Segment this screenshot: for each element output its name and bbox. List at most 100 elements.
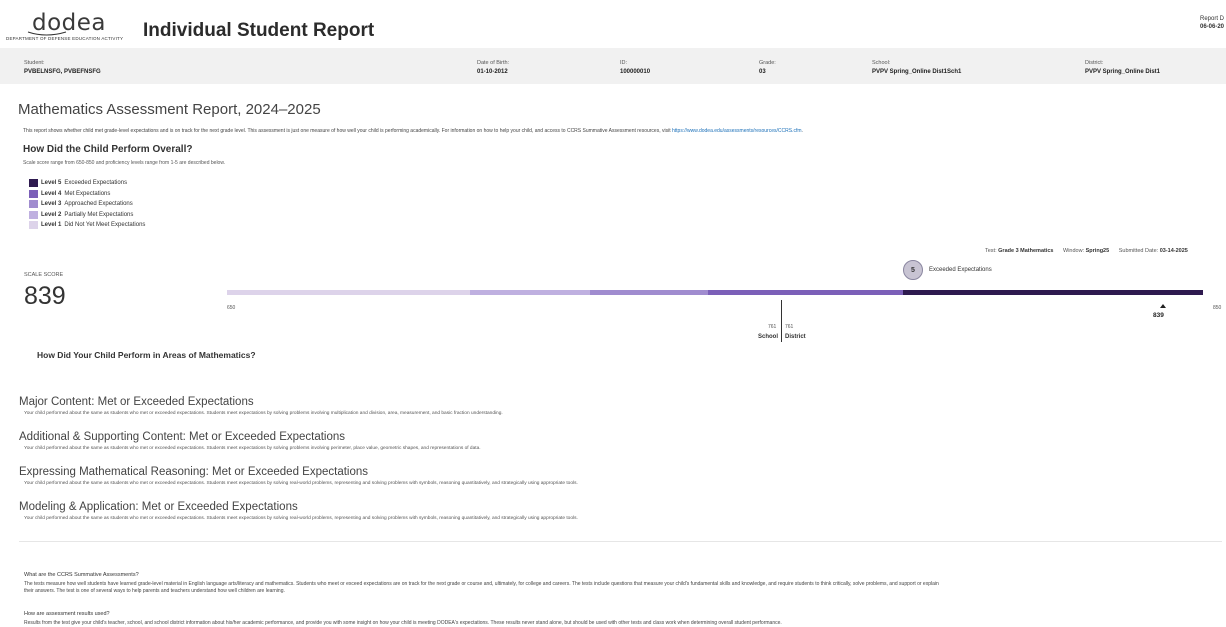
logo-subtitle: DEPARTMENT OF DEFENSE EDUCATION ACTIVITY: [6, 36, 124, 41]
test-label: Test:: [985, 248, 997, 254]
level-4-segment: [708, 290, 903, 295]
test-meta: Test: Grade 3 Mathematics Window: Spring…: [985, 248, 1188, 254]
district: District: PVPV Spring_Online Dist1: [1085, 60, 1160, 75]
assessment-title: Mathematics Assessment Report, 2024–2025: [18, 101, 321, 118]
district-avg-value: 761: [785, 324, 794, 330]
legend-swatch: [29, 200, 38, 209]
level-1-segment: [227, 290, 470, 295]
level-legend: Level 5 Exceeded Expectations Level 4 Met E…: [29, 178, 145, 231]
area-description: Your child performed about the same as s…: [24, 481, 578, 486]
window-label: Window:: [1063, 248, 1085, 254]
legend-level: Level 1: [41, 222, 62, 229]
level-3-segment: [590, 290, 708, 295]
faq-answer-line: their answers. The test is one of severa…: [24, 588, 285, 594]
area-description: Your child performed about the same as s…: [24, 446, 481, 451]
level-2-segment: [470, 290, 590, 295]
comparison-line: [781, 300, 782, 342]
area-title: Modeling & Application: Met or Exceeded …: [19, 501, 298, 513]
area-description: Your child performed about the same as s…: [24, 411, 503, 416]
range-min: 650: [227, 305, 236, 311]
dob-label: Date of Birth:: [477, 60, 510, 66]
legend-swatch: [29, 189, 38, 198]
student-value: PVBELNSFG, PVBEFNSFG: [24, 69, 101, 75]
range-max: 850: [1213, 305, 1222, 311]
window-value: Spring25: [1085, 248, 1110, 254]
faq-ccrs: What are the CCRS Summative Assessments?…: [24, 572, 939, 595]
student-label: Student:: [24, 60, 45, 66]
student-name: Student: PVBELNSFG, PVBEFNSFG: [24, 60, 101, 75]
report-header: dodea DEPARTMENT OF DEFENSE EDUCATION AC…: [0, 0, 1226, 46]
legend-level: Level 2: [41, 211, 62, 218]
school-value: PVPV Spring_Online Dist1Sch1: [872, 69, 962, 75]
grade-value: 03: [759, 69, 766, 75]
areas-heading: How Did Your Child Perform in Areas of M…: [37, 350, 256, 360]
area-additional-content: Additional & Supporting Content: Met or …: [19, 431, 481, 451]
legend-description: Partially Met Expectations: [64, 211, 134, 218]
submitted-value: 03-14-2025: [1159, 248, 1188, 254]
school-label: School:: [872, 60, 891, 66]
district-value: PVPV Spring_Online Dist1: [1085, 69, 1161, 75]
school-avg-value: 761: [768, 324, 777, 330]
id-value: 100000010: [620, 69, 651, 75]
page-title: Individual Student Report: [143, 20, 375, 41]
legend-item: Level 4 Met Expectations: [29, 189, 145, 200]
area-major-content: Major Content: Met or Exceeded Expectati…: [19, 396, 503, 416]
legend-item: Level 3 Approached Expectations: [29, 199, 145, 210]
dodea-logo: dodea DEPARTMENT OF DEFENSE EDUCATION AC…: [6, 8, 132, 44]
area-title: Additional & Supporting Content: Met or …: [19, 431, 346, 443]
intro-text: This report shows whether child met grad…: [23, 128, 803, 134]
grade: Grade: 03: [759, 60, 776, 75]
score-marker-value: 839: [1153, 312, 1164, 319]
faq-question: What are the CCRS Summative Assessments?: [24, 572, 139, 578]
district-label: District:: [1085, 60, 1104, 66]
test-value: Grade 3 Mathematics: [998, 248, 1054, 254]
level-badge: 5: [903, 260, 923, 280]
faq-question: How are assessment results used?: [24, 611, 110, 617]
scale-score-value: 839: [24, 282, 66, 310]
legend-swatch: [29, 221, 38, 230]
resources-link[interactable]: https://www.dodea.edu/assessments/resour…: [672, 128, 802, 134]
school-avg-label: School: [758, 334, 779, 340]
legend-swatch: [29, 210, 38, 219]
legend-level: Level 5: [41, 180, 62, 187]
school: School: PVPV Spring_Online Dist1Sch1: [872, 60, 961, 75]
legend-description: Approached Expectations: [64, 201, 133, 208]
area-description: Your child performed about the same as s…: [24, 516, 578, 521]
faq-answer-line: Results from the test give your child's …: [24, 620, 782, 626]
score-range-bar: [227, 290, 1203, 295]
area-title: Expressing Mathematical Reasoning: Met o…: [19, 466, 369, 478]
id-label: ID:: [620, 60, 628, 66]
area-modeling: Modeling & Application: Met or Exceeded …: [19, 501, 578, 521]
report-date-value: 06-06-20: [1200, 24, 1225, 30]
intro-body: This report shows whether child met grad…: [23, 128, 672, 134]
legend-level: Level 4: [41, 190, 62, 197]
intro-end: .: [801, 128, 803, 134]
legend-item: Level 1 Did Not Yet Meet Expectations: [29, 220, 145, 231]
student-id: ID: 100000010: [620, 60, 650, 75]
area-title: Major Content: Met or Exceeded Expectati…: [19, 396, 254, 408]
section-divider: [19, 541, 1222, 542]
submitted-label: Submitted Date:: [1118, 248, 1159, 254]
legend-item: Level 2 Partially Met Expectations: [29, 210, 145, 221]
faq-answer-line: The tests measure how well students have…: [24, 581, 939, 587]
score-marker-icon: [1160, 304, 1166, 308]
level-5-segment: [903, 290, 1203, 295]
logo-word: dodea: [32, 10, 107, 36]
district-avg-label: District: [785, 334, 806, 340]
scale-description: Scale score range from 650-850 and profi…: [23, 160, 226, 166]
legend-swatch: [29, 179, 38, 188]
level-badge-label: Exceeded Expectations: [929, 267, 992, 273]
legend-level: Level 3: [41, 201, 62, 208]
report-date: Report D 06-06-20: [1200, 16, 1224, 30]
scale-score-label: SCALE SCORE: [24, 272, 64, 278]
dob-value: 01-10-2012: [477, 69, 508, 75]
student-info-bar: Student: PVBELNSFG, PVBEFNSFG Date of Bi…: [0, 48, 1226, 84]
area-reasoning: Expressing Mathematical Reasoning: Met o…: [19, 466, 578, 486]
faq-results: How are assessment results used? Results…: [24, 611, 782, 627]
report-date-label: Report D: [1200, 16, 1225, 22]
legend-description: Exceeded Expectations: [64, 180, 128, 187]
grade-label: Grade:: [759, 60, 776, 66]
date-of-birth: Date of Birth: 01-10-2012: [477, 60, 509, 75]
legend-item: Level 5 Exceeded Expectations: [29, 178, 145, 189]
legend-description: Did Not Yet Meet Expectations: [64, 222, 146, 229]
